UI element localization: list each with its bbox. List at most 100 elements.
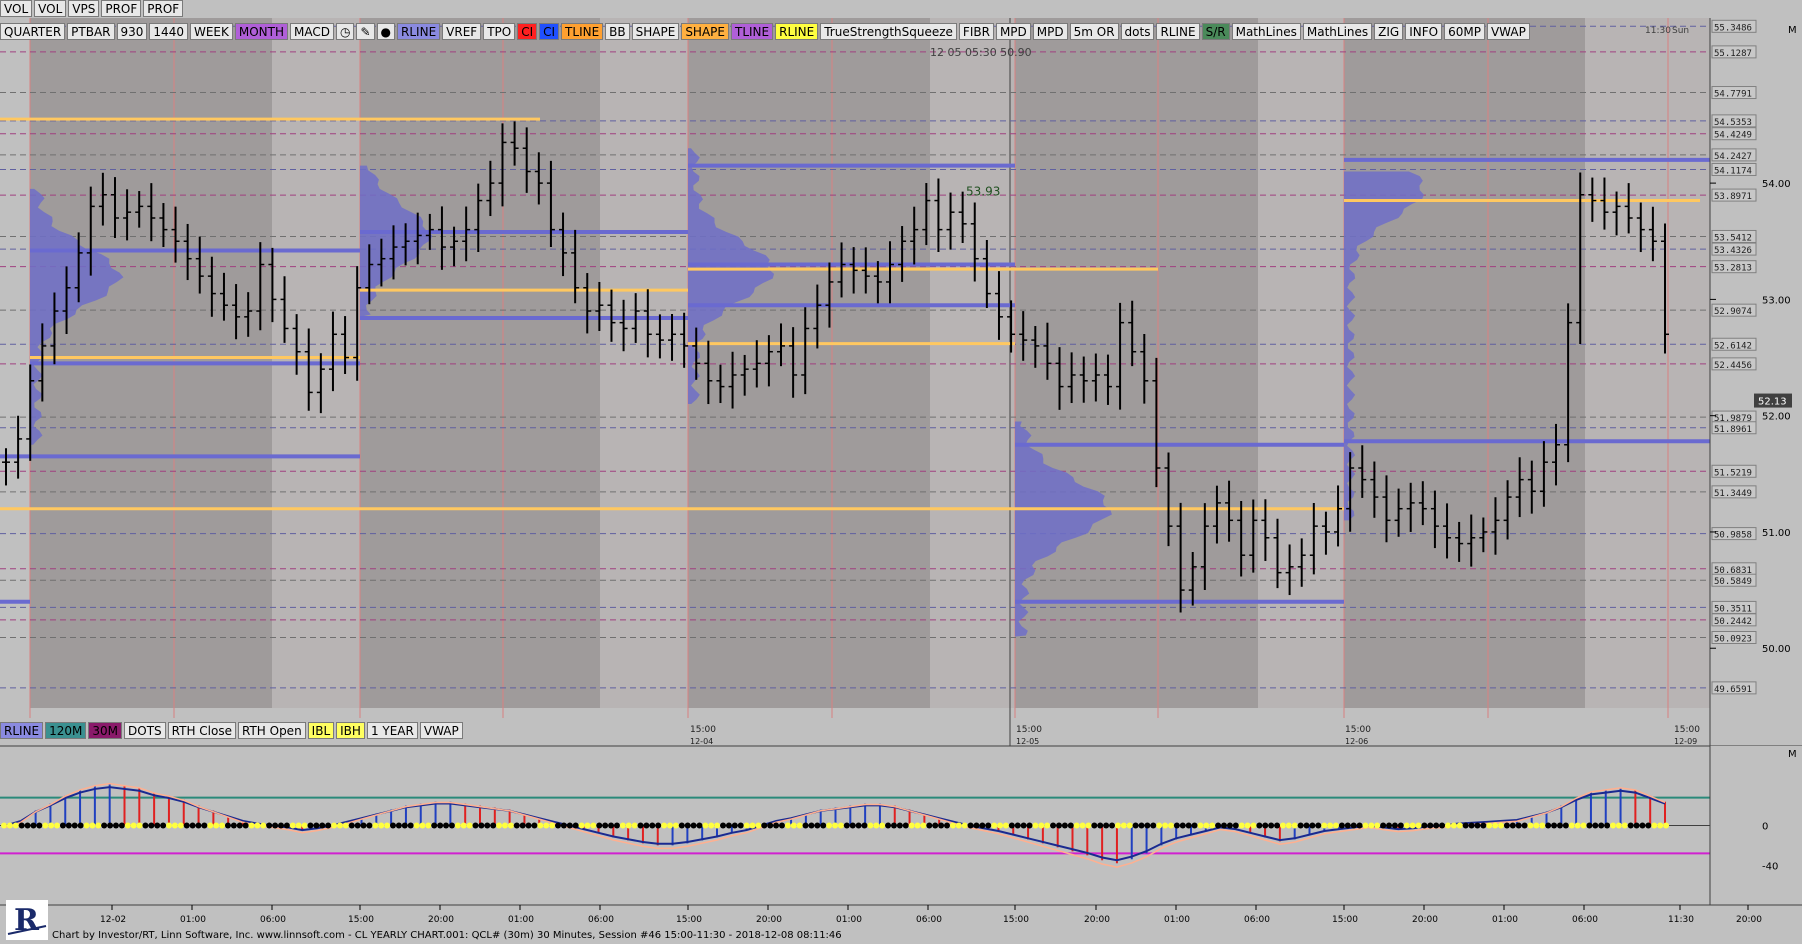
toolbar-main-button-29[interactable]: MathLines — [1231, 23, 1301, 40]
squeeze-dot — [437, 822, 444, 829]
squeeze-dot — [690, 822, 697, 829]
toolbar-top-button-4[interactable]: PROF — [143, 0, 184, 17]
squeeze-dot — [460, 822, 467, 829]
toolbar-main-button-0[interactable]: QUARTER — [0, 23, 66, 40]
toolbar-top-button-0[interactable]: VOL — [0, 0, 33, 17]
squeeze-dot — [1610, 822, 1617, 829]
squeeze-dot — [1450, 822, 1457, 829]
squeeze-dot — [1203, 822, 1210, 829]
indicator-button-7[interactable]: IBH — [336, 722, 365, 739]
squeeze-dot — [230, 822, 237, 829]
toolbar-main-button-3[interactable]: 1440 — [149, 23, 188, 40]
squeeze-dot — [525, 822, 532, 829]
squeeze-dot — [731, 822, 738, 829]
squeeze-dot — [555, 822, 562, 829]
toolbar-main-button-17[interactable]: SHAPE — [631, 23, 680, 40]
toolbar-main-button-13[interactable]: CI — [517, 23, 538, 40]
toolbar-main-button-21[interactable]: TrueStrengthSqueeze — [820, 23, 957, 40]
squeeze-dot — [201, 822, 208, 829]
squeeze-dot — [531, 822, 538, 829]
toolbar-main-button-19[interactable]: TLINE — [730, 23, 774, 40]
indicator-button-9[interactable]: VWAP — [419, 722, 463, 739]
squeeze-dot — [755, 822, 762, 829]
toolbar-main-button-28[interactable]: S/R — [1201, 23, 1230, 40]
toolbar-main-button-2[interactable]: 930 — [116, 23, 148, 40]
toolbar-main-button-18[interactable]: SHAPE — [681, 23, 729, 40]
squeeze-dot — [1132, 822, 1139, 829]
toolbar-main-button-15[interactable]: TLINE — [561, 23, 604, 40]
squeeze-dot — [714, 822, 721, 829]
squeeze-dot — [1444, 822, 1451, 829]
toolbar-main-button-25[interactable]: 5m OR — [1069, 23, 1119, 40]
squeeze-dot — [366, 822, 373, 829]
indicator-button-4[interactable]: RTH Close — [167, 722, 236, 739]
indicator-button-0[interactable]: RLINE — [0, 722, 44, 739]
squeeze-dot — [1279, 822, 1286, 829]
squeeze-dot — [1539, 822, 1546, 829]
toolbar-main-button-7[interactable]: ◷ — [336, 23, 355, 40]
indicator-button-1[interactable]: 120M — [45, 722, 87, 739]
squeeze-dot — [1586, 822, 1593, 829]
indicator-button-6[interactable]: IBL — [307, 722, 335, 739]
toolbar-top-button-2[interactable]: VPS — [68, 0, 100, 17]
indicator-button-3[interactable]: DOTS — [124, 722, 166, 739]
squeeze-dot — [761, 822, 768, 829]
squeeze-dot — [578, 822, 585, 829]
squeeze-dot — [1374, 822, 1381, 829]
squeeze-dot — [767, 822, 774, 829]
toolbar-main-button-27[interactable]: RLINE — [1156, 23, 1200, 40]
time-tick-label: 20:00 — [1736, 915, 1762, 925]
chart-canvas[interactable]: 53.9312 05 05:30 50.90Fri11:30Sun 55.348… — [0, 0, 1802, 944]
squeeze-dot — [1120, 822, 1127, 829]
toolbar-main-button-30[interactable]: MathLines — [1302, 23, 1373, 40]
squeeze-dot — [743, 822, 750, 829]
toolbar-main-button-8[interactable]: ✎ — [356, 23, 375, 40]
indicator-toolbar: RLINE 120M 30M DOTS RTH Close RTH Open IBL IBH 1… — [0, 722, 463, 739]
squeeze-dot — [784, 822, 791, 829]
squeeze-dot — [1150, 822, 1157, 829]
time-tick-label: 20:00 — [428, 915, 454, 925]
toolbar-main-button-31[interactable]: ZIG — [1374, 23, 1404, 40]
indicator-button-8[interactable]: 1 YEAR — [366, 722, 418, 739]
toolbar-main-button-16[interactable]: BB — [605, 23, 630, 40]
toolbar-main-button-9[interactable]: ● — [376, 23, 396, 40]
squeeze-dot — [814, 822, 821, 829]
toolbar-main-button-14[interactable]: CI — [539, 23, 560, 40]
squeeze-dot — [1338, 822, 1345, 829]
toolbar-main-button-4[interactable]: WEEK — [189, 23, 233, 40]
toolbar-main-button-33[interactable]: 60MP — [1444, 23, 1485, 40]
squeeze-dot — [1144, 822, 1151, 829]
time-tick-label: 01:00 — [1164, 915, 1190, 925]
squeeze-dot — [997, 822, 1004, 829]
squeeze-dot — [1639, 822, 1646, 829]
squeeze-dot — [1498, 822, 1505, 829]
squeeze-dot — [1574, 822, 1581, 829]
toolbar-main-button-22[interactable]: FIBR — [958, 23, 994, 40]
toolbar-main-button-12[interactable]: TPO — [483, 23, 516, 40]
toolbar-main-button-5[interactable]: MONTH — [234, 23, 289, 40]
toolbar-main-button-26[interactable]: dots — [1120, 23, 1155, 40]
toolbar-top-button-3[interactable]: PROF — [101, 0, 142, 17]
squeeze-dot — [395, 822, 402, 829]
toolbar-main-button-34[interactable]: VWAP — [1486, 23, 1530, 40]
price-tick-label: 52.00 — [1762, 412, 1791, 423]
squeeze-dot — [519, 822, 526, 829]
squeeze-dot — [507, 822, 514, 829]
indicator-button-5[interactable]: RTH Open — [237, 722, 306, 739]
squeeze-dot — [1657, 822, 1664, 829]
indicator-button-2[interactable]: 30M — [88, 722, 123, 739]
macd-axis-bg — [1710, 746, 1802, 905]
squeeze-dot — [1232, 822, 1239, 829]
toolbar-top-button-1[interactable]: VOL — [34, 0, 67, 17]
toolbar-main-button-10[interactable]: RLINE — [397, 23, 441, 40]
toolbar-main-button-11[interactable]: VREF — [442, 23, 482, 40]
toolbar-main-button-6[interactable]: MACD — [290, 23, 334, 40]
toolbar-main-button-1[interactable]: PTBAR — [67, 23, 115, 40]
toolbar-main-button-20[interactable]: RLINE — [775, 23, 819, 40]
toolbar-main-button-23[interactable]: MPD — [995, 23, 1031, 40]
squeeze-dot — [944, 822, 951, 829]
time-tick-label: 20:00 — [1084, 915, 1110, 925]
toolbar-main-button-24[interactable]: MPD — [1032, 23, 1068, 40]
toolbar-main-button-32[interactable]: INFO — [1405, 23, 1443, 40]
squeeze-dot — [1391, 822, 1398, 829]
